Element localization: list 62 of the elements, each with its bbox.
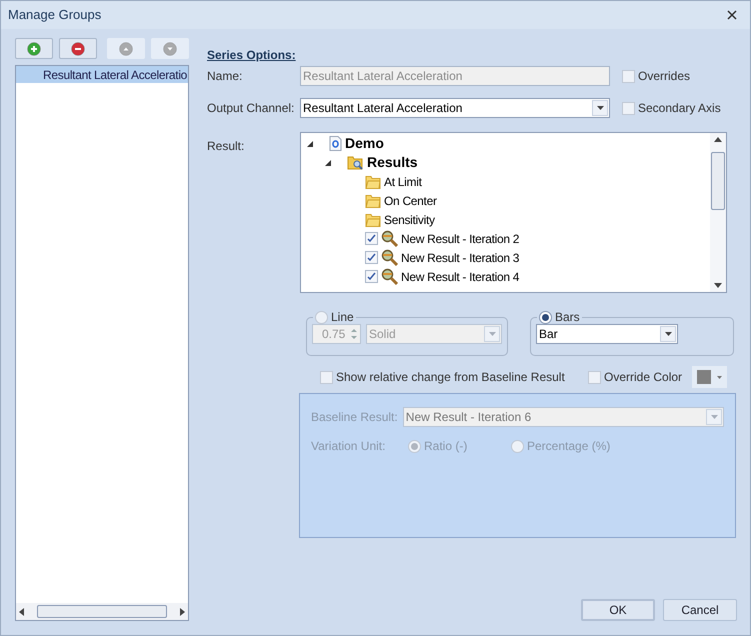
checkbox[interactable]	[588, 370, 601, 384]
field-label: Variation Unit:	[311, 438, 386, 455]
dialog-button[interactable]: OK	[581, 599, 655, 621]
field-label: Result:	[207, 138, 246, 155]
tree-item[interactable]: On Center	[384, 192, 437, 210]
vertical-scrollbar[interactable]	[710, 133, 726, 292]
list-item[interactable]: Resultant Lateral Acceleratio	[16, 66, 188, 83]
radio-label: Percentage (%)	[527, 438, 610, 455]
toolbar-button[interactable]	[59, 38, 97, 59]
remove-icon	[71, 42, 85, 56]
field-label: Name:	[207, 68, 244, 85]
tree-item[interactable]: New Result - Iteration 4	[401, 268, 520, 286]
section-heading: Series Options:	[207, 47, 297, 62]
checkbox[interactable]	[365, 232, 378, 245]
checkbox[interactable]	[320, 370, 333, 384]
radio-label: Line	[331, 309, 354, 326]
tree-item[interactable]: Demo	[345, 133, 384, 154]
checkbox[interactable]	[365, 251, 378, 264]
close-icon[interactable]	[727, 10, 737, 20]
scroll-down-icon[interactable]	[714, 283, 722, 288]
folder-search-icon	[347, 155, 364, 170]
folder-icon	[365, 212, 381, 226]
checkbox-label: Override Color	[604, 369, 682, 386]
radio-button[interactable]	[315, 310, 328, 324]
caret-icon	[717, 376, 722, 378]
tree-item[interactable]: New Result - Iteration 3	[401, 248, 520, 266]
checkbox[interactable]	[622, 102, 635, 114]
scroll-right-icon[interactable]	[180, 608, 185, 616]
folder-icon	[365, 174, 381, 188]
scroll-left-icon[interactable]	[19, 608, 24, 616]
checkbox-label: Show relative change from Baseline Result	[336, 369, 565, 386]
expander-icon[interactable]	[307, 140, 313, 146]
folder-icon	[365, 194, 381, 208]
document-icon	[329, 136, 342, 151]
radio-label: Ratio (-)	[424, 438, 468, 455]
expander-icon[interactable]	[325, 160, 331, 166]
radio-button[interactable]	[539, 310, 552, 324]
tree-item[interactable]: Results	[367, 152, 418, 173]
color-picker-button[interactable]	[692, 366, 727, 388]
field-label: Baseline Result:	[311, 409, 399, 426]
tree-item[interactable]: Sensitivity	[384, 210, 435, 228]
field-label: Output Channel:	[207, 100, 296, 117]
dialog-button[interactable]: Cancel	[663, 599, 737, 621]
add-icon	[27, 42, 41, 56]
up-icon	[119, 42, 133, 56]
checkbox-label: Overrides	[638, 68, 690, 85]
window-title: Manage Groups	[8, 6, 102, 24]
bar-type-dropdown[interactable]: Bar	[536, 324, 678, 344]
radio-label: Bars	[555, 309, 580, 326]
magnifier-icon	[381, 268, 398, 285]
magnifier-icon	[381, 249, 398, 266]
scroll-up-icon[interactable]	[714, 137, 722, 142]
magnifier-icon	[381, 230, 398, 247]
checkbox[interactable]	[622, 70, 635, 82]
down-icon	[163, 42, 177, 56]
tree-item[interactable]: At Limit	[384, 172, 422, 190]
horizontal-scrollbar[interactable]	[16, 603, 188, 620]
checkbox[interactable]	[365, 270, 378, 283]
toolbar-button[interactable]	[15, 38, 53, 59]
checkbox-label: Secondary Axis	[638, 100, 721, 117]
output-channel-dropdown[interactable]: Resultant Lateral Acceleration	[300, 98, 610, 118]
tree-item[interactable]: New Result - Iteration 2	[401, 230, 520, 248]
